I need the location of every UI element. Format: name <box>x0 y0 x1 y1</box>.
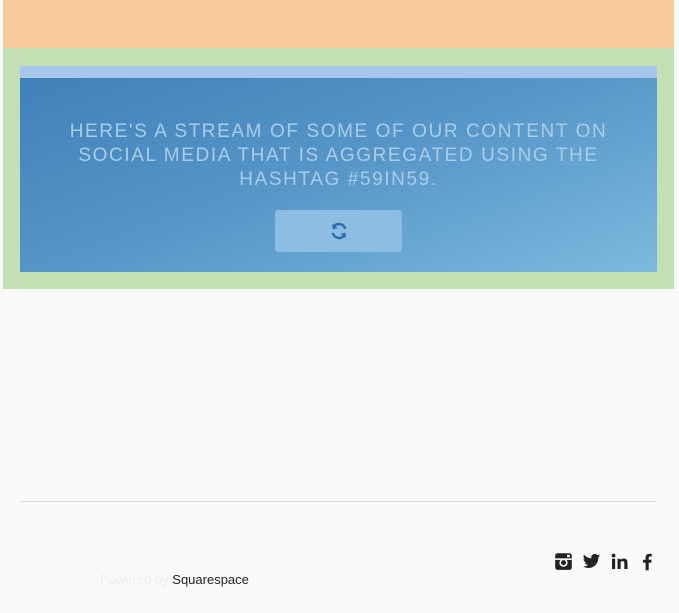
squarespace-link[interactable]: Squarespace <box>172 572 249 587</box>
refresh-icon <box>331 222 346 240</box>
powered-by-prefix: Powered by <box>100 572 169 587</box>
hero-description: HERE'S A STREAM OF SOME OF OUR CONTENT O… <box>69 121 608 190</box>
top-band <box>3 0 674 48</box>
footer-divider <box>20 501 657 502</box>
powered-by: Powered by Squarespace <box>100 572 249 588</box>
facebook-icon[interactable] <box>638 552 657 571</box>
social-stream-hero: HERE'S A STREAM OF SOME OF OUR CONTENT O… <box>20 66 657 272</box>
hero-top-strip <box>20 66 657 78</box>
instagram-icon[interactable] <box>554 552 573 571</box>
refresh-button[interactable] <box>275 210 402 252</box>
social-links <box>554 551 657 571</box>
twitter-icon[interactable] <box>582 552 601 571</box>
linkedin-icon[interactable] <box>610 552 629 571</box>
